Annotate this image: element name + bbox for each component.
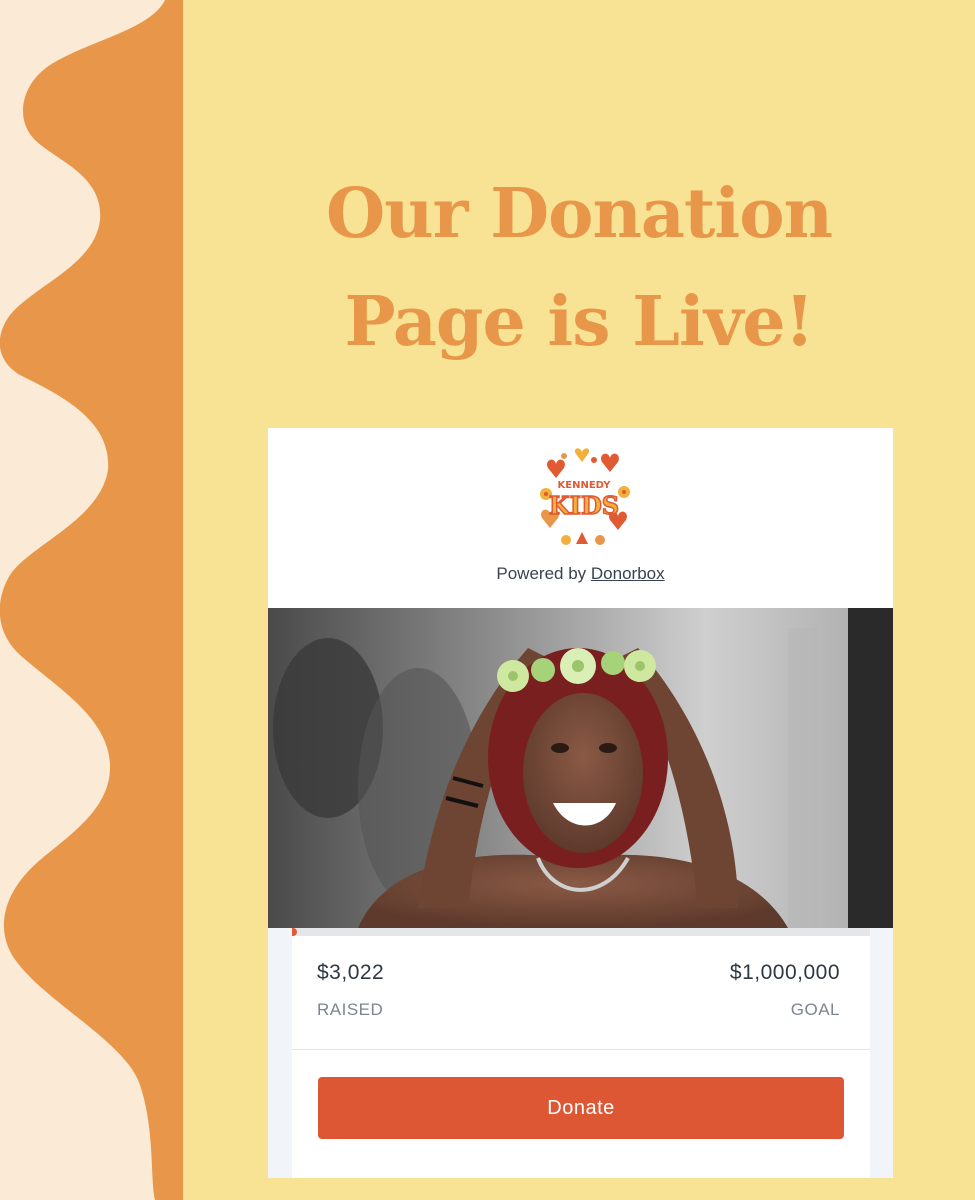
decorative-wave-band [0, 0, 183, 1200]
progress-fill [292, 928, 297, 936]
stats-panel: $3,022 RAISED $1,000,000 GOAL Donate [292, 928, 870, 1178]
headline-line-2: Page is Live! [344, 282, 815, 362]
goal-label: GOAL [790, 1000, 840, 1019]
stats-area: $3,022 RAISED $1,000,000 GOAL Donate [268, 928, 893, 1178]
donate-button[interactable]: Donate [318, 1077, 844, 1139]
raised-amount: $3,022 [317, 961, 385, 984]
campaign-photo [268, 608, 893, 928]
card-header: KENNEDY KIDS Powered by Donorbox [268, 428, 893, 608]
logo-main-text: KIDS [549, 491, 619, 520]
raised-label: RAISED [317, 1000, 384, 1019]
logo-top-text: KENNEDY [558, 480, 612, 491]
headline: Our Donation Page is Live! [183, 160, 975, 376]
goal-amount: $1,000,000 [729, 961, 840, 984]
progress-track [292, 928, 870, 936]
headline-line-1: Our Donation [325, 174, 833, 254]
kennedy-kids-logo: KENNEDY KIDS [540, 448, 630, 545]
stats-divider [292, 1049, 870, 1050]
powered-by-prefix: Powered by [496, 564, 591, 583]
powered-by: Powered by Donorbox [268, 564, 893, 584]
donorbox-link[interactable]: Donorbox [591, 564, 665, 583]
donation-card: KENNEDY KIDS Powered by Donorbox $3,022 … [268, 428, 893, 1178]
